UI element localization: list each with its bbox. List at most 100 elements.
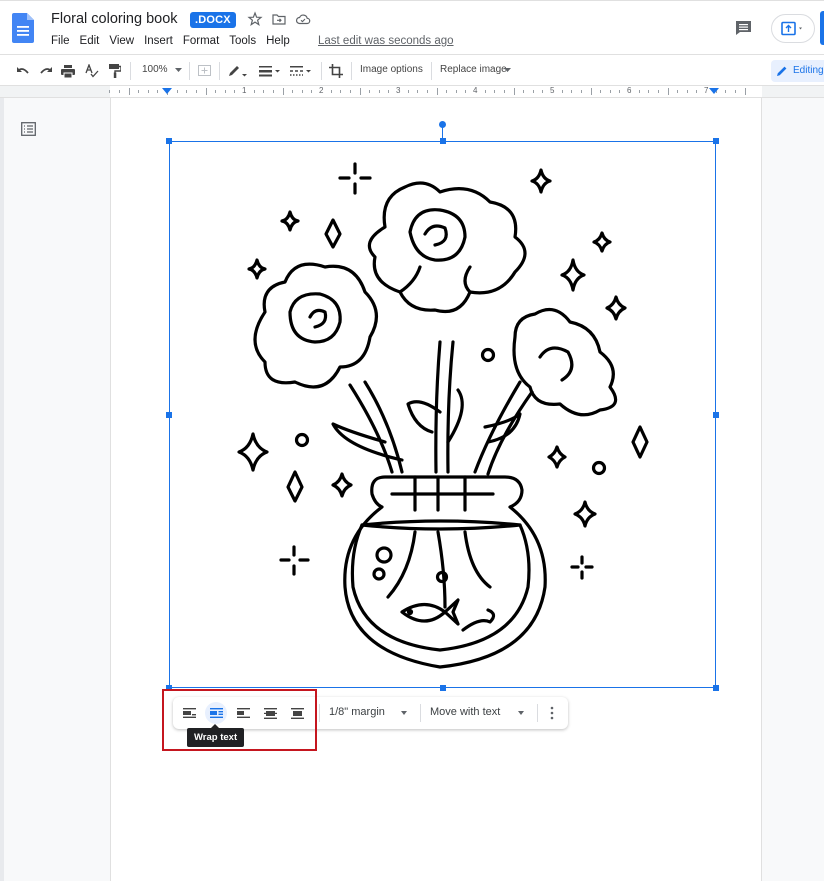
resize-handle-left[interactable] xyxy=(166,412,172,418)
share-upload-icon xyxy=(781,21,802,36)
resize-handle-top-right[interactable] xyxy=(713,138,719,144)
zoom-select[interactable]: 100% xyxy=(142,64,168,75)
ruler-tick xyxy=(725,90,727,93)
left-indent-marker[interactable] xyxy=(162,88,172,94)
ruler-tick xyxy=(407,90,409,93)
position-dropdown-icon[interactable] xyxy=(518,711,524,715)
image-options-button[interactable]: Image options xyxy=(360,64,423,75)
document-outline-icon[interactable] xyxy=(21,122,36,136)
right-indent-marker[interactable] xyxy=(709,88,719,94)
ruler-tick xyxy=(118,90,120,93)
ruler-tick xyxy=(128,88,130,95)
ruler-number: 6 xyxy=(627,86,632,95)
menu-file[interactable]: File xyxy=(51,35,70,47)
redo-button[interactable] xyxy=(38,62,54,80)
ruler-tick xyxy=(282,88,284,95)
zoom-dropdown-icon[interactable] xyxy=(175,68,182,73)
toolbar-divider xyxy=(431,62,432,80)
ruler-tick xyxy=(561,90,563,93)
ruler-tick xyxy=(186,90,188,93)
ruler-tick xyxy=(571,90,573,93)
ruler-tick xyxy=(234,90,236,93)
toolbar-divider xyxy=(219,62,220,80)
image-selection-frame xyxy=(169,141,716,688)
ruler-tick xyxy=(292,90,294,93)
ruler-tick xyxy=(600,90,602,93)
ruler-tick xyxy=(657,90,659,93)
cloud-saved-icon[interactable] xyxy=(295,11,311,27)
menu-view[interactable]: View xyxy=(109,35,134,47)
ruler-tick xyxy=(542,90,544,93)
title-bar: Floral coloring book .DOCX File Edit Vie… xyxy=(0,0,824,54)
print-icon xyxy=(61,64,75,78)
ruler-number: 2 xyxy=(319,86,324,95)
file-type-badge: .DOCX xyxy=(190,12,236,28)
left-gutter xyxy=(0,98,110,881)
annotation-highlight-box xyxy=(162,689,317,751)
menu-insert[interactable]: Insert xyxy=(144,35,173,47)
ruler-tick xyxy=(417,90,419,93)
ruler-tick xyxy=(744,88,746,95)
menu-format[interactable]: Format xyxy=(183,35,219,47)
ruler-number: 7 xyxy=(704,86,709,95)
ruler-tick xyxy=(455,90,457,93)
comment-icon[interactable] xyxy=(734,18,754,38)
menu-help[interactable]: Help xyxy=(266,35,290,47)
replace-image-dropdown-icon[interactable] xyxy=(504,68,511,73)
crop-button[interactable] xyxy=(328,62,344,80)
toolbar-divider xyxy=(130,62,131,80)
star-icon[interactable] xyxy=(247,11,263,27)
docs-logo-icon[interactable] xyxy=(12,13,34,43)
ruler-number: 5 xyxy=(550,86,555,95)
spellcheck-icon xyxy=(85,64,99,78)
border-dash-button[interactable] xyxy=(288,62,314,80)
menu-tools[interactable]: Tools xyxy=(229,35,256,47)
ruler-tick xyxy=(513,88,515,95)
ruler-tick xyxy=(263,90,265,93)
resize-handle-right[interactable] xyxy=(713,412,719,418)
ruler-tick xyxy=(224,90,226,93)
editing-mode-button[interactable]: Editing xyxy=(771,60,824,82)
resize-handle-top[interactable] xyxy=(440,138,446,144)
ruler-tick xyxy=(272,90,274,93)
border-color-button[interactable] xyxy=(226,62,250,80)
resize-handle-bottom[interactable] xyxy=(440,685,446,691)
resize-handle-top-left[interactable] xyxy=(166,138,172,144)
margin-select[interactable]: 1/8" margin xyxy=(329,706,385,718)
replace-image-button[interactable]: Replace image xyxy=(440,64,507,75)
paint-format-button[interactable] xyxy=(107,62,123,80)
horizontal-ruler[interactable]: 1 2 3 4 5 6 7 xyxy=(0,86,824,98)
more-options-button[interactable] xyxy=(547,706,557,720)
add-comment-icon xyxy=(197,65,211,76)
toolbar-divider xyxy=(351,62,352,80)
share-button-edge[interactable] xyxy=(820,11,824,45)
ruler-tick xyxy=(523,90,525,93)
border-weight-button[interactable] xyxy=(257,62,283,80)
share-button[interactable] xyxy=(771,14,815,43)
menu-edit[interactable]: Edit xyxy=(80,35,100,47)
move-to-folder-icon[interactable] xyxy=(271,11,287,27)
ruler-tick xyxy=(176,90,178,93)
undo-button[interactable] xyxy=(15,62,31,80)
redo-icon xyxy=(40,67,52,74)
ruler-tick xyxy=(301,90,303,93)
paint-format-icon xyxy=(109,64,121,78)
toolbar-divider xyxy=(537,704,538,722)
ruler-tick xyxy=(138,90,140,93)
ruler-tick xyxy=(484,90,486,93)
menu-bar: File Edit View Insert Format Tools Help xyxy=(51,35,300,47)
position-select[interactable]: Move with text xyxy=(430,706,500,718)
print-button[interactable] xyxy=(60,62,76,80)
add-comment-button[interactable] xyxy=(196,62,212,80)
ruler-tick xyxy=(677,90,679,93)
ruler-tick xyxy=(465,90,467,93)
ruler-tick xyxy=(580,90,582,93)
ruler-number: 1 xyxy=(242,86,247,95)
last-edit-link[interactable]: Last edit was seconds ago xyxy=(318,35,454,47)
rotation-handle[interactable] xyxy=(439,121,446,128)
resize-handle-bottom-right[interactable] xyxy=(713,685,719,691)
undo-icon xyxy=(17,67,29,74)
spellcheck-button[interactable] xyxy=(84,62,100,80)
document-title[interactable]: Floral coloring book xyxy=(51,11,178,27)
margin-dropdown-icon[interactable] xyxy=(401,711,407,715)
